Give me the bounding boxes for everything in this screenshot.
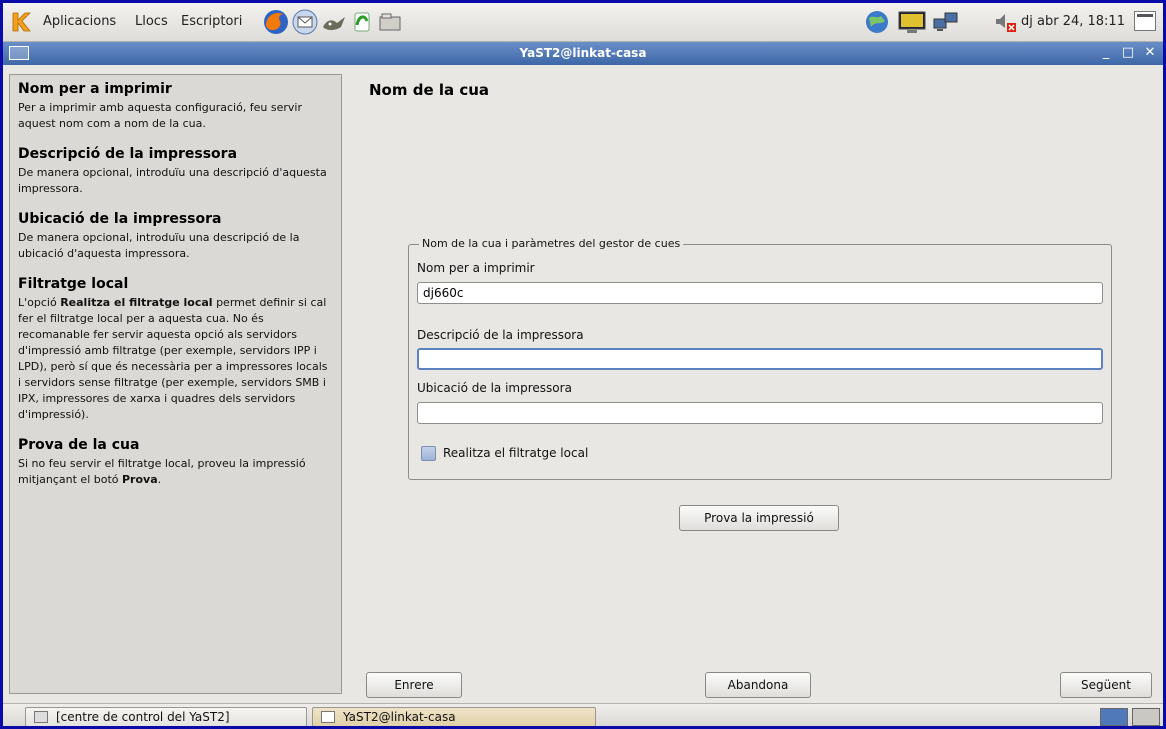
task-yast-window[interactable]: YaST2@linkat-casa: [312, 707, 596, 726]
top-panel: Aplicacions Llocs Escriptori dj abr 24, …: [3, 3, 1163, 42]
file-manager-icon[interactable]: [377, 9, 403, 35]
help-text-local-filter: L'opció Realitza el filtratge local perm…: [18, 295, 333, 423]
help-text-part: .: [157, 473, 162, 486]
screen: Aplicacions Llocs Escriptori dj abr 24, …: [3, 3, 1163, 726]
queue-settings-group: Nom de la cua i paràmetres del gestor de…: [408, 237, 1112, 480]
help-title-queue-name: Nom per a imprimir: [18, 81, 172, 97]
description-input[interactable]: [417, 348, 1103, 370]
help-title-location: Ubicació de la impressora: [18, 211, 222, 227]
help-text-description: De manera opcional, introduïu una descri…: [18, 166, 327, 195]
description-label: Descripció de la impressora: [417, 328, 584, 342]
help-text-queue-test: Si no feu servir el filtratge local, pro…: [18, 456, 333, 488]
page-title: Nom de la cua: [369, 81, 490, 99]
network-computers-icon[interactable]: [931, 9, 961, 35]
help-text-queue-name: Per a imprimir amb aquesta configuració,…: [18, 101, 303, 130]
workspace-2-icon[interactable]: [1132, 708, 1160, 726]
help-text-bold: Prova: [122, 473, 158, 486]
next-button[interactable]: Següent: [1060, 672, 1152, 698]
help-title-local-filter: Filtratge local: [18, 276, 129, 292]
office-icon[interactable]: [349, 9, 375, 35]
local-filter-checkbox[interactable]: [421, 446, 436, 461]
close-button[interactable]: ✕: [1141, 44, 1159, 62]
group-title: Nom de la cua i paràmetres del gestor de…: [419, 237, 684, 250]
menu-aplicacions[interactable]: Aplicacions: [43, 14, 116, 29]
task-yast-control-center[interactable]: [centre de control del YaST2]: [25, 707, 307, 726]
local-filter-label[interactable]: Realitza el filtratge local: [443, 446, 588, 460]
help-text-location: De manera opcional, introduïu una descri…: [18, 231, 300, 260]
yast-control-icon: [34, 711, 48, 723]
task-label: YaST2@linkat-casa: [343, 710, 456, 724]
monitor-icon[interactable]: [896, 9, 928, 35]
maximize-button[interactable]: □: [1119, 44, 1137, 62]
help-text-part: L'opció: [18, 296, 61, 309]
firefox-icon[interactable]: [263, 9, 289, 35]
clock[interactable]: dj abr 24, 18:11: [1021, 14, 1125, 29]
abort-button[interactable]: Abandona: [705, 672, 811, 698]
queue-name-input[interactable]: [417, 282, 1103, 304]
help-text-part: permet definir si cal fer el filtratge l…: [18, 296, 328, 421]
location-label: Ubicació de la impressora: [417, 381, 572, 395]
location-input[interactable]: [417, 402, 1103, 424]
volume-muted-icon[interactable]: [993, 9, 1019, 35]
mail-icon[interactable]: [292, 9, 318, 35]
show-desktop-icon[interactable]: [1134, 11, 1156, 31]
help-text-part: Si no feu servir el filtratge local, pro…: [18, 457, 306, 486]
menu-llocs[interactable]: Llocs: [135, 14, 168, 29]
help-text-bold: Realitza el filtratge local: [60, 296, 213, 309]
workspace-1-icon[interactable]: [1100, 708, 1128, 726]
kde-logo-icon[interactable]: [10, 11, 32, 33]
help-title-queue-test: Prova de la cua: [18, 437, 140, 453]
messenger-icon[interactable]: [321, 9, 347, 35]
task-label: [centre de control del YaST2]: [56, 710, 230, 724]
back-button[interactable]: Enrere: [366, 672, 462, 698]
test-print-button[interactable]: Prova la impressió: [679, 505, 839, 531]
menu-escriptori[interactable]: Escriptori: [181, 14, 242, 29]
window-title: YaST2@linkat-casa: [519, 46, 647, 60]
window-icon: [321, 711, 335, 723]
taskbar: [centre de control del YaST2] YaST2@link…: [3, 703, 1163, 726]
help-pane: Nom per a imprimir Per a imprimir amb aq…: [9, 74, 342, 694]
help-title-description: Descripció de la impressora: [18, 146, 238, 162]
window-titlebar[interactable]: YaST2@linkat-casa _ □ ✕: [3, 42, 1163, 65]
minimize-button[interactable]: _: [1097, 44, 1115, 62]
queue-name-label: Nom per a imprimir: [417, 261, 535, 275]
network-globe-icon[interactable]: [861, 9, 893, 35]
